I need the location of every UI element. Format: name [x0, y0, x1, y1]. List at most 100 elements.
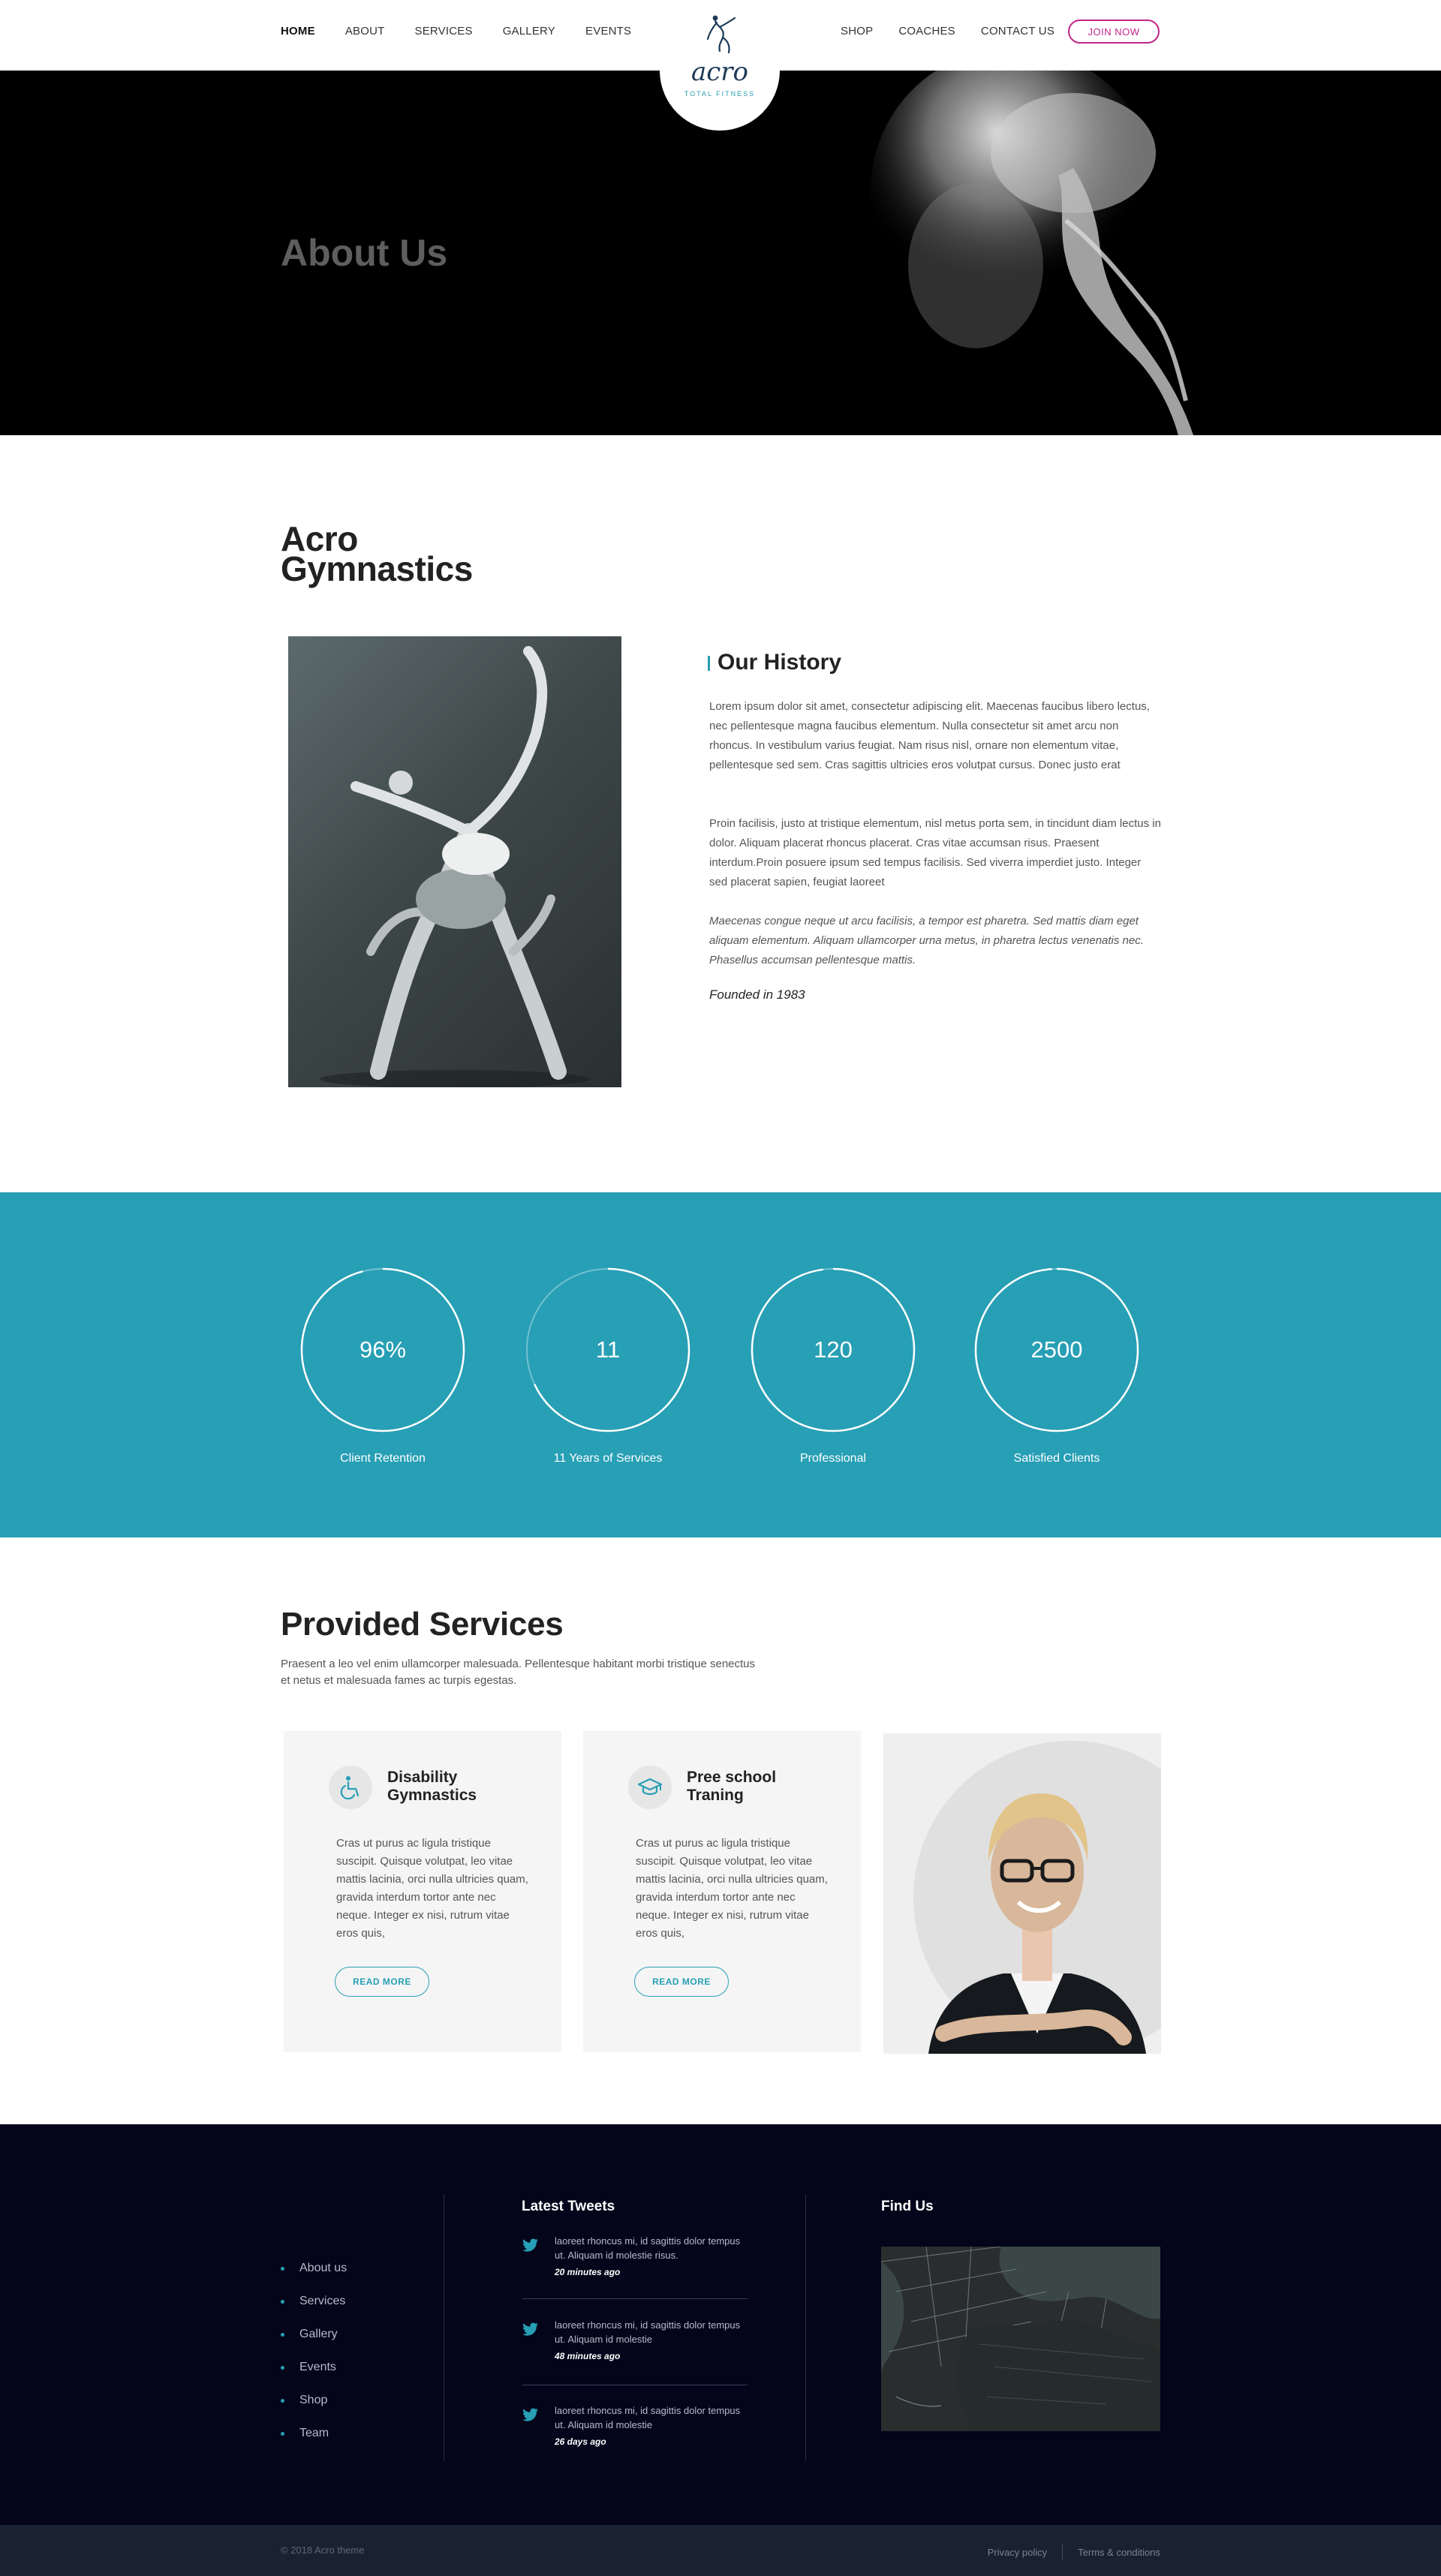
latest-tweets-heading: Latest Tweets: [522, 2199, 615, 2214]
service-name: Pree school Traning: [687, 1769, 777, 1804]
tweet-item[interactable]: laoreet rhoncus mi, id sagittis dolor te…: [522, 2234, 748, 2318]
bullet-icon: [281, 2365, 284, 2370]
page-title: About Us: [281, 232, 448, 274]
footer-links: About us Services Gallery Events Shop Te…: [281, 2252, 347, 2450]
stat-value: 96%: [359, 1336, 407, 1363]
tweet-item[interactable]: laoreet rhoncus mi, id sagittis dolor te…: [522, 2318, 748, 2402]
nav-left-group: HOME ABOUT SERVICES GALLERY EVENTS: [281, 0, 661, 62]
bullet-icon: [281, 2299, 284, 2304]
footer-link-label: Services: [299, 2295, 346, 2307]
read-more-button[interactable]: READ MORE: [634, 1967, 729, 1997]
footer-link-services[interactable]: Services: [281, 2285, 347, 2318]
stat-value: 120: [814, 1336, 853, 1363]
stat-satisfied-clients: 2500 Satisfied Clients: [974, 1267, 1139, 1465]
stat-client-retention: 96% Client Retention: [300, 1267, 465, 1465]
history-heading: Our History: [717, 650, 842, 675]
nav-contact[interactable]: CONTACT US: [981, 25, 1054, 38]
terms-link[interactable]: Terms & conditions: [1078, 2547, 1160, 2558]
footer-divider: [805, 2194, 806, 2461]
progress-ring: 2500: [974, 1267, 1139, 1432]
wheelchair-icon: [329, 1766, 372, 1809]
gymnast-logo-icon: [706, 15, 736, 54]
stat-label: Professional: [799, 1452, 867, 1465]
nav-right-group: SHOP COACHES CONTACT US: [841, 0, 1080, 62]
footer-link-about[interactable]: About us: [281, 2252, 347, 2285]
bullet-icon: [281, 2332, 284, 2337]
services-intro: Praesent a leo vel enim ullamcorper male…: [281, 1658, 756, 1687]
powder-dancer-image: [871, 71, 1193, 435]
logo[interactable]: acro TOTAL FITNESS: [660, 0, 780, 131]
nav-services[interactable]: SERVICES: [415, 25, 473, 38]
tweet-time: 26 days ago: [555, 2436, 606, 2447]
footer-link-team[interactable]: Team: [281, 2417, 347, 2450]
section-title-acro: Acro Gymnastics: [281, 522, 473, 588]
tweet-item[interactable]: laoreet rhoncus mi, id sagittis dolor te…: [522, 2403, 748, 2487]
stat-years-of-services: 11 11 Years of Services: [525, 1267, 690, 1465]
stats-band: 96% Client Retention 11 11 Years of Serv…: [0, 1192, 1441, 1537]
nav-shop[interactable]: SHOP: [841, 25, 873, 38]
tweet-time: 48 minutes ago: [555, 2351, 621, 2361]
service-card-preschool: Pree school Traning Cras ut purus ac lig…: [583, 1731, 861, 2052]
progress-ring: 120: [751, 1267, 916, 1432]
bullet-icon: [281, 2431, 284, 2436]
logo-wordmark: acro: [690, 57, 749, 87]
footer-link-gallery[interactable]: Gallery: [281, 2318, 347, 2351]
footer-link-label: Team: [299, 2427, 329, 2439]
read-more-button[interactable]: READ MORE: [335, 1967, 429, 1997]
progress-ring: 96%: [300, 1267, 465, 1432]
tweet-text: laoreet rhoncus mi, id sagittis dolor te…: [555, 2235, 741, 2261]
history-accent-bar: [708, 656, 710, 671]
stat-label: Satisfied Clients: [1013, 1452, 1100, 1465]
nav-coaches[interactable]: COACHES: [898, 25, 955, 38]
twitter-bird-icon: [522, 2238, 538, 2252]
legal-links: Privacy policy Terms & conditions: [988, 2544, 1160, 2559]
services-heading: Provided Services: [281, 1606, 564, 1643]
bullet-icon: [281, 2398, 284, 2403]
nav-home[interactable]: HOME: [281, 25, 315, 38]
service-description: Cras ut purus ac ligula tristique suscip…: [336, 1837, 528, 1940]
coach-portrait: [883, 1733, 1161, 2054]
stat-label: Client Retention: [340, 1452, 426, 1465]
stat-professional: 120 Professional: [751, 1267, 916, 1465]
tweet-text: laoreet rhoncus mi, id sagittis dolor te…: [555, 2405, 741, 2430]
legal-separator: [1062, 2544, 1063, 2559]
founded-note: Founded in 1983: [709, 987, 805, 1002]
nav-gallery[interactable]: GALLERY: [503, 25, 555, 38]
tweet-time: 20 minutes ago: [555, 2267, 621, 2277]
stat-label: 11 Years of Services: [553, 1452, 663, 1465]
location-map[interactable]: [881, 2247, 1160, 2431]
stat-value: 11: [595, 1336, 621, 1363]
smiling-coach-illustration: [913, 1741, 1161, 2054]
nav-about[interactable]: ABOUT: [345, 25, 385, 38]
footer-link-label: About us: [299, 2262, 347, 2274]
logo-tagline: TOTAL FITNESS: [684, 90, 756, 98]
acro-duo-photo: [288, 636, 621, 1087]
acro-title-line2: Gymnastics: [281, 549, 473, 588]
footer-link-shop[interactable]: Shop: [281, 2384, 347, 2417]
footer-link-label: Shop: [299, 2394, 328, 2406]
tweet-text: laoreet rhoncus mi, id sagittis dolor te…: [555, 2319, 741, 2345]
copyright-text: © 2018 Acro theme: [281, 2544, 365, 2556]
site-footer: About us Services Gallery Events Shop Te…: [0, 2124, 1441, 2525]
map-graphic: [881, 2247, 1160, 2431]
history-paragraph-2: Proin facilisis, justo at tristique elem…: [709, 817, 1161, 888]
acrobats-illustration: [320, 646, 590, 1087]
nav-events[interactable]: EVENTS: [585, 25, 631, 38]
service-description: Cras ut purus ac ligula tristique suscip…: [636, 1837, 828, 1940]
tweet-separator: [522, 2298, 748, 2299]
footer-link-events[interactable]: Events: [281, 2351, 347, 2384]
find-us-heading: Find Us: [881, 2199, 934, 2214]
bullet-icon: [281, 2266, 284, 2271]
service-card-disability: Disability Gymnastics Cras ut purus ac l…: [284, 1731, 561, 2052]
twitter-bird-icon: [522, 2322, 538, 2336]
graduation-cap-icon: [628, 1766, 672, 1809]
twitter-bird-icon: [522, 2408, 538, 2421]
privacy-policy-link[interactable]: Privacy policy: [988, 2547, 1047, 2558]
stat-value: 2500: [1030, 1336, 1083, 1363]
history-paragraph-3: Maecenas congue neque ut arcu facilisis,…: [709, 915, 1144, 966]
service-name: Disability Gymnastics: [387, 1769, 477, 1804]
join-now-button[interactable]: JOIN NOW: [1068, 20, 1160, 44]
history-paragraph-1: Lorem ipsum dolor sit amet, consectetur …: [709, 700, 1150, 771]
footer-link-label: Events: [299, 2361, 336, 2373]
footer-link-label: Gallery: [299, 2328, 338, 2340]
